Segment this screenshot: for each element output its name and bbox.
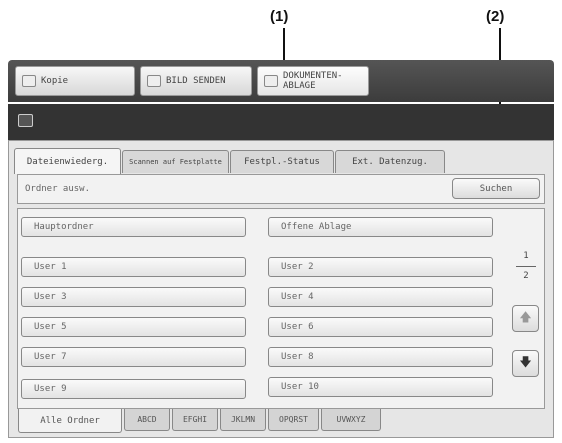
callout-2: (2) — [486, 8, 505, 25]
user-folder-button[interactable]: User 9 — [21, 379, 246, 399]
copy-mode-button[interactable]: Kopie — [15, 66, 135, 96]
document-filing-icon — [264, 75, 278, 87]
tab-index-uvwxyz[interactable]: UVWXYZ — [321, 409, 381, 431]
user-folder-button[interactable]: User 3 — [21, 287, 246, 307]
image-send-mode-button[interactable]: BILD SENDEN — [140, 66, 252, 96]
scroll-down-button[interactable]: 🡇 — [512, 350, 539, 377]
tab-index-efghi[interactable]: EFGHI — [172, 409, 218, 431]
copy-icon — [22, 75, 36, 87]
copy-mode-label: Kopie — [41, 76, 69, 86]
arrow-down-icon: 🡇 — [519, 355, 532, 369]
tab-index-abcd[interactable]: ABCD — [124, 409, 170, 431]
user-folder-button[interactable]: User 8 — [268, 347, 493, 367]
header-bar — [8, 104, 554, 140]
scroll-up-button[interactable]: 🡅 — [512, 305, 539, 332]
mode-bar: Kopie BILD SENDEN DOKUMENTEN- ABLAGE — [8, 60, 554, 102]
tab-file-retrieve[interactable]: Dateienwiederg. — [14, 148, 121, 174]
send-icon — [147, 75, 161, 87]
page-total: 2 — [523, 271, 529, 281]
tab-scan-to-hdd[interactable]: Scannen auf Festplatte — [122, 150, 229, 173]
user-folder-button[interactable]: User 7 — [21, 347, 246, 367]
image-send-mode-label: BILD SENDEN — [166, 76, 226, 86]
search-button[interactable]: Suchen — [452, 178, 540, 199]
tab-hdd-status[interactable]: Festpl.-Status — [230, 150, 334, 173]
user-folder-button[interactable]: User 6 — [268, 317, 493, 337]
main-panel: Dateienwiederg. Scannen auf Festplatte F… — [8, 140, 554, 438]
document-filing-icon — [18, 114, 33, 127]
page-divider — [516, 266, 536, 267]
user-folder-button[interactable]: User 2 — [268, 257, 493, 277]
user-folder-button[interactable]: User 4 — [268, 287, 493, 307]
arrow-up-icon: 🡅 — [519, 310, 532, 324]
document-filing-mode-button[interactable]: DOKUMENTEN- ABLAGE — [257, 66, 369, 96]
main-folder-button[interactable]: Hauptordner — [21, 217, 246, 237]
page-current: 1 — [523, 251, 529, 261]
folder-select-bar: Ordner ausw. Suchen — [17, 174, 545, 204]
quick-folder-button[interactable]: Offene Ablage — [268, 217, 493, 237]
document-filing-mode-label: DOKUMENTEN- ABLAGE — [283, 71, 343, 91]
tab-index-jklmn[interactable]: JKLMN — [220, 409, 266, 431]
user-folder-button[interactable]: User 5 — [21, 317, 246, 337]
user-folder-button[interactable]: User 1 — [21, 257, 246, 277]
callout-1: (1) — [270, 8, 289, 25]
user-folder-button[interactable]: User 10 — [268, 377, 493, 397]
folder-list: Hauptordner Offene Ablage User 1 User 2 … — [17, 208, 545, 409]
tab-external-data-access[interactable]: Ext. Datenzug. — [335, 150, 445, 173]
folder-select-label: Ordner ausw. — [25, 184, 91, 194]
tab-all-folders[interactable]: Alle Ordner — [18, 409, 122, 433]
tab-index-opqrst[interactable]: OPQRST — [268, 409, 319, 431]
